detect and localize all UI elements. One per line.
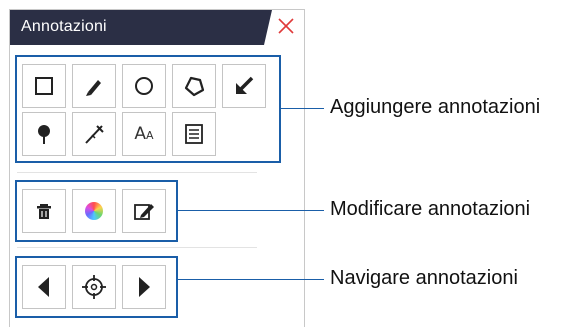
previous-annotation-button[interactable] (22, 265, 66, 309)
locate-annotation-button[interactable] (72, 265, 116, 309)
callout-line-edit (177, 210, 324, 211)
locate-icon (82, 275, 106, 299)
close-button[interactable] (274, 14, 298, 38)
pencil-icon (86, 80, 101, 96)
text-tool-button[interactable]: AA (122, 112, 166, 156)
rectangle-icon (35, 77, 53, 95)
rectangle-tool-button[interactable] (22, 64, 66, 108)
arrow-tool-button[interactable] (222, 64, 266, 108)
previous-icon (38, 277, 49, 297)
arrow-icon (236, 76, 254, 94)
polygon-icon (184, 76, 205, 97)
navigate-annotations-group (15, 256, 178, 318)
add-annotations-label: Aggiungere annotazioni (330, 96, 541, 118)
panel-header: Annotazioni (10, 10, 306, 45)
pin-icon (38, 125, 50, 144)
navigate-annotations-label: Navigare annotazioni (330, 267, 518, 289)
pencil-tool-button[interactable] (72, 64, 116, 108)
note-icon (185, 124, 203, 144)
polygon-tool-button[interactable] (172, 64, 216, 108)
callout-line-add (280, 108, 324, 109)
edit-icon (134, 204, 154, 220)
color-wheel-icon (85, 202, 103, 220)
circle-tool-button[interactable] (122, 64, 166, 108)
separator (17, 247, 257, 248)
separator (17, 172, 257, 173)
add-annotations-group: AA (15, 55, 281, 163)
close-icon (278, 18, 294, 34)
measure-icon (85, 125, 104, 144)
measure-tool-button[interactable] (72, 112, 116, 156)
delete-button[interactable] (22, 189, 66, 233)
note-tool-button[interactable] (172, 112, 216, 156)
edit-annotations-label: Modificare annotazioni (330, 198, 531, 220)
pin-tool-button[interactable] (22, 112, 66, 156)
edit-annotations-group (15, 180, 178, 242)
circle-icon (135, 77, 153, 95)
edit-button[interactable] (122, 189, 166, 233)
callout-line-navigate (177, 279, 324, 280)
next-annotation-button[interactable] (122, 265, 166, 309)
next-icon (139, 277, 150, 297)
panel-title: Annotazioni (21, 18, 107, 35)
trash-icon (37, 204, 51, 219)
color-button[interactable] (72, 189, 116, 233)
text-icon: AA (134, 124, 154, 144)
